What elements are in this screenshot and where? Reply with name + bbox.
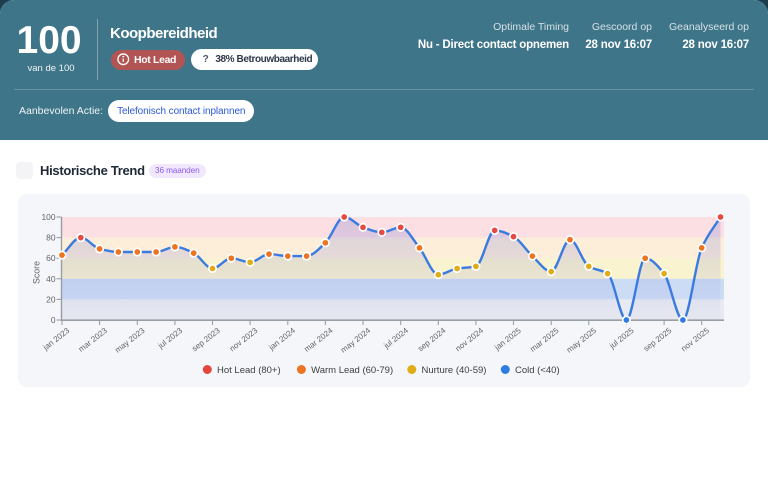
svg-text:Hot Lead (80+): Hot Lead (80+) [217,365,281,376]
svg-text:Score: Score [32,261,42,284]
svg-text:60: 60 [46,253,56,263]
svg-text:Nurture (40-59): Nurture (40-59) [422,365,487,376]
svg-text:40: 40 [46,274,56,284]
svg-text:0: 0 [51,315,56,325]
svg-text:Warm Lead (60-79): Warm Lead (60-79) [311,365,393,376]
svg-text:80: 80 [46,233,56,243]
svg-text:Cold (<40): Cold (<40) [515,365,560,376]
svg-text:100: 100 [42,212,56,222]
svg-text:20: 20 [46,294,56,304]
